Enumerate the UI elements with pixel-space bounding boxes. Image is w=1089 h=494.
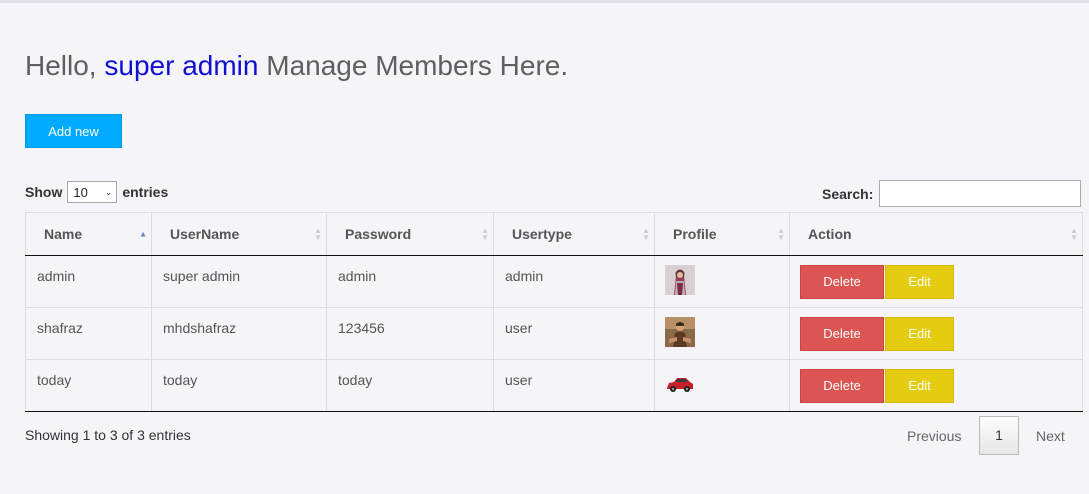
cell-username: super admin [151, 255, 327, 308]
cell-password: today [326, 359, 494, 412]
cell-name: today [25, 359, 152, 412]
cell-usertype: admin [493, 255, 655, 308]
table-header-row: Name ▲ UserName ▲ ▼ Password ▲ ▼ Usertype … [25, 212, 1083, 256]
entries-select[interactable]: 10 ⌄ [67, 181, 118, 203]
pagination-page-1[interactable]: 1 [979, 416, 1019, 455]
entries-select-value: 10 [73, 184, 88, 200]
avatar-woman-icon [665, 265, 695, 295]
column-header-password[interactable]: Password ▲ ▼ [326, 212, 494, 256]
column-header-username[interactable]: UserName ▲ ▼ [151, 212, 327, 256]
search-input[interactable] [879, 180, 1081, 207]
length-menu: Show 10 ⌄ entries [25, 181, 168, 203]
delete-button[interactable]: Delete [800, 265, 884, 299]
sort-icon: ▲ ▼ [1070, 226, 1078, 242]
delete-button[interactable]: Delete [800, 317, 884, 351]
sort-icon: ▲ [139, 229, 147, 239]
pagination-next[interactable]: Next [1036, 428, 1065, 444]
top-divider [0, 0, 1089, 3]
table-row: admin super admin admin admin Delete Edit [25, 255, 1083, 308]
add-new-button[interactable]: Add new [25, 114, 122, 148]
edit-button[interactable]: Edit [885, 369, 954, 403]
chevron-down-icon: ⌄ [104, 186, 113, 197]
table-row: shafraz mhdshafraz 123456 user Delete Edi… [25, 307, 1083, 360]
cell-password: 123456 [326, 307, 494, 360]
greeting-hello: Hello, [25, 50, 97, 81]
column-header-action[interactable]: Action ▲ ▼ [789, 212, 1083, 256]
cell-username: mhdshafraz [151, 307, 327, 360]
column-header-profile[interactable]: Profile ▲ ▼ [654, 212, 790, 256]
show-label: Show [25, 184, 63, 200]
edit-button[interactable]: Edit [885, 265, 954, 299]
cell-username: today [151, 359, 327, 412]
sort-icon: ▲ ▼ [481, 226, 489, 242]
car-icon [665, 369, 695, 399]
cell-profile [654, 359, 790, 412]
column-header-name[interactable]: Name ▲ [25, 212, 152, 256]
members-table: Name ▲ UserName ▲ ▼ Password ▲ ▼ Usertype … [25, 212, 1083, 412]
search-label: Search: [822, 186, 874, 202]
table-row: today today today user Delete Edit [25, 359, 1083, 412]
cell-usertype: user [493, 359, 655, 412]
greeting-rest: Manage Members Here. [266, 50, 569, 81]
avatar-man-icon [665, 317, 695, 347]
cell-password: admin [326, 255, 494, 308]
cell-name: shafraz [25, 307, 152, 360]
cell-usertype: user [493, 307, 655, 360]
greeting-user-name: super admin [104, 50, 259, 81]
cell-action: Delete Edit [789, 307, 1083, 360]
edit-button[interactable]: Edit [885, 317, 954, 351]
cell-action: Delete Edit [789, 255, 1083, 308]
delete-button[interactable]: Delete [800, 369, 884, 403]
entries-label: entries [122, 184, 169, 200]
page-title: Hello, super admin Manage Members Here. [25, 50, 568, 82]
cell-profile [654, 255, 790, 308]
cell-name: admin [25, 255, 152, 308]
sort-icon: ▲ ▼ [777, 226, 785, 242]
cell-action: Delete Edit [789, 359, 1083, 412]
sort-icon: ▲ ▼ [642, 226, 650, 242]
column-header-usertype[interactable]: Usertype ▲ ▼ [493, 212, 655, 256]
sort-icon: ▲ ▼ [314, 226, 322, 242]
pagination-previous[interactable]: Previous [907, 428, 961, 444]
table-info: Showing 1 to 3 of 3 entries [25, 427, 191, 443]
cell-profile [654, 307, 790, 360]
